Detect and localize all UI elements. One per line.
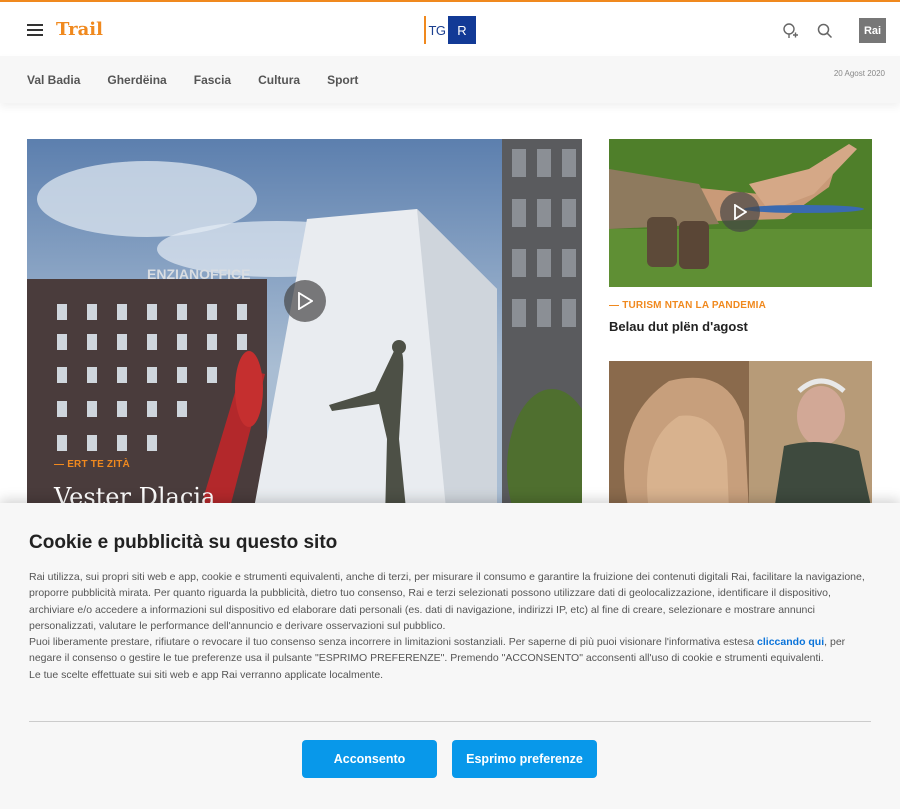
menu-icon[interactable] — [27, 24, 43, 36]
hero-article[interactable]: ENZIANOFFICE ERT TE ZITÀ Vester Dlacia — [27, 139, 582, 519]
nav-item-fascia[interactable]: Fascia — [194, 73, 231, 87]
side-article-2[interactable] — [609, 361, 872, 511]
search-icon[interactable] — [816, 22, 834, 40]
cookie-divider — [29, 721, 871, 722]
tgr-logo-box: R — [448, 16, 476, 44]
top-header: Trail TG R Rai — [0, 0, 900, 56]
cookie-paragraph-3: Le tue scelte effettuate sui siti web e … — [29, 668, 384, 681]
location-weather-icon[interactable] — [782, 22, 800, 40]
side-article-1-title[interactable]: Belau dut plën d'agost — [609, 319, 872, 334]
cookie-text: Rai utilizza, sui propri siti web e app,… — [29, 569, 874, 683]
cookie-p2-before: Puoi liberamente prestare, rifiutare o r… — [29, 636, 758, 649]
play-icon — [298, 292, 313, 310]
side-article-1[interactable]: TURISM NTAN LA PANDEMIA Belau dut plën d… — [609, 139, 872, 334]
nav-item-sport[interactable]: Sport — [327, 73, 358, 87]
side-article-1-play-button[interactable] — [720, 192, 760, 232]
cookie-banner: Cookie e pubblicità su questo sito Rai u… — [0, 503, 900, 809]
nav-item-gherdeina[interactable]: Gherdëina — [107, 73, 166, 87]
cookie-title: Cookie e pubblicità su questo sito — [29, 532, 338, 553]
hero-sign-text: ENZIANOFFICE — [147, 266, 250, 282]
nav-item-cultura[interactable]: Cultura — [258, 73, 300, 87]
nav-item-val-badia[interactable]: Val Badia — [27, 73, 80, 87]
side-article-1-image — [609, 139, 872, 287]
accept-button[interactable]: Acconsento — [302, 740, 437, 778]
tgr-logo-text: TG — [428, 22, 446, 38]
side-article-2-image — [609, 361, 872, 511]
rai-logo[interactable]: Rai — [859, 18, 886, 43]
hero-kicker: ERT TE ZITÀ — [54, 459, 130, 470]
hero-play-button[interactable] — [284, 280, 326, 322]
site-brand[interactable]: Trail — [56, 19, 103, 40]
preferences-button[interactable]: Esprimo preferenze — [452, 740, 597, 778]
side-article-1-kicker: TURISM NTAN LA PANDEMIA — [609, 300, 872, 311]
play-icon — [734, 204, 747, 220]
cookie-info-link[interactable]: cliccando qui — [757, 636, 824, 648]
nav-date: 20 Agost 2020 — [833, 69, 885, 78]
cookie-paragraph-2: Puoi liberamente prestare, rifiutare o r… — [29, 634, 874, 667]
tgr-logo[interactable]: TG R — [424, 16, 476, 44]
section-nav: Val Badia Gherdëina Fascia Cultura Sport… — [0, 56, 900, 103]
cookie-paragraph-1: Rai utilizza, sui propri siti web e app,… — [29, 571, 865, 632]
